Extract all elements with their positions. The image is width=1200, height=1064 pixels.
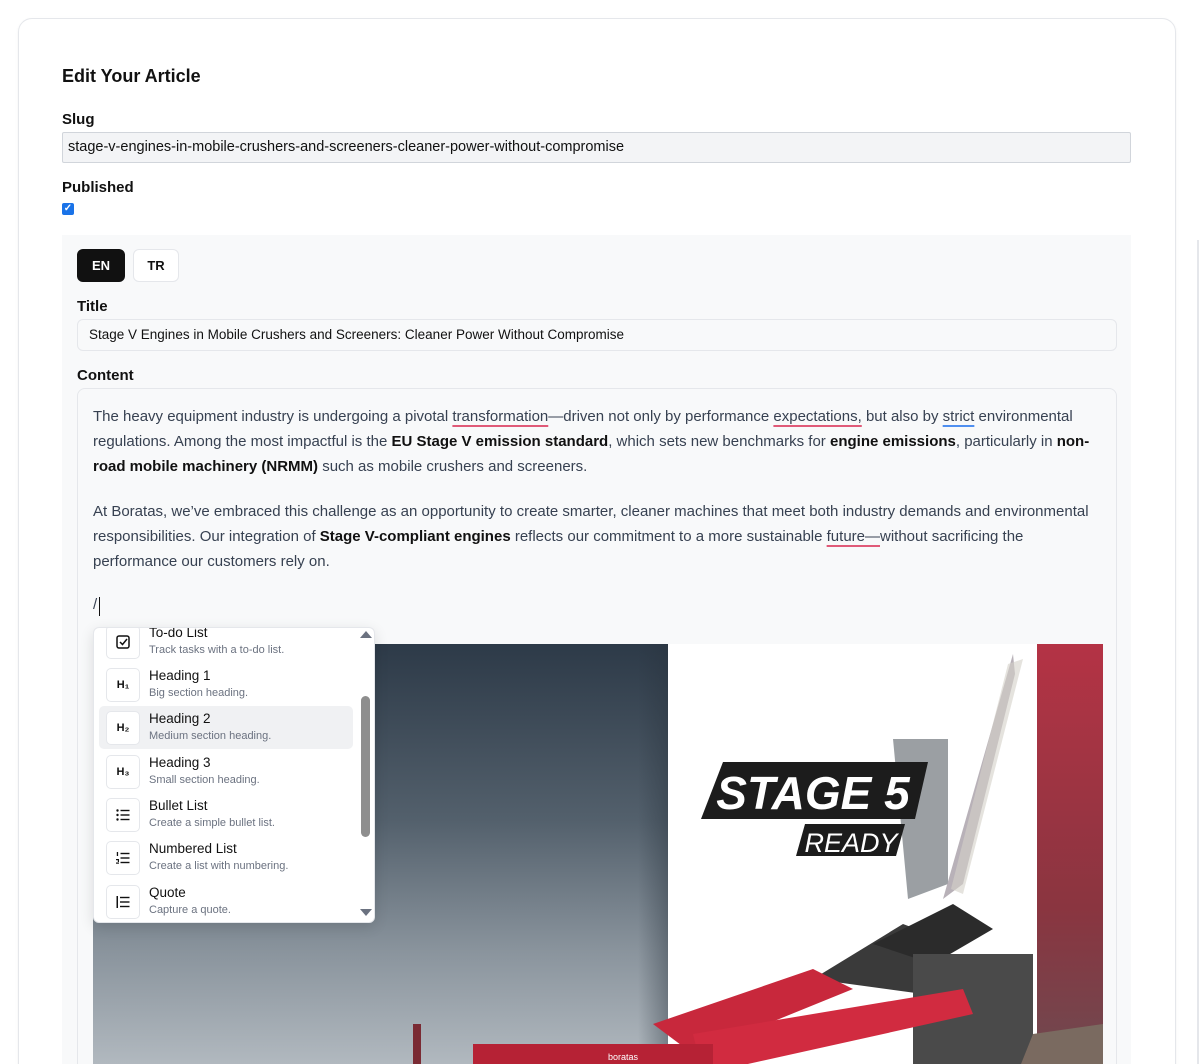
quote-icon (106, 885, 140, 919)
menu-item-label: Quote (149, 885, 186, 900)
menu-item-quote[interactable]: Quote Capture a quote. (99, 880, 353, 922)
menu-item-description: Big section heading. (149, 687, 249, 699)
spelling-error: future— (826, 528, 880, 545)
heading1-icon: H₁ (106, 668, 140, 702)
menu-item-label: Heading 3 (149, 755, 211, 770)
page-title: Edit Your Article (62, 66, 201, 86)
grammar-suggestion: strict (942, 408, 975, 425)
logo-line-1: STAGE 5 (716, 767, 911, 819)
scroll-down-arrow-icon[interactable] (360, 909, 372, 916)
bullet-list-icon (106, 798, 140, 832)
menu-scroll-thumb[interactable] (361, 696, 370, 837)
text-caret (99, 597, 100, 616)
machine-brand: boratas (608, 1052, 639, 1062)
logo-line-2: READY (804, 828, 899, 858)
content-label: Content (77, 367, 134, 384)
menu-item-description: Track tasks with a to-do list. (149, 644, 285, 656)
published-checkbox[interactable]: ✓ (62, 203, 74, 215)
menu-item-label: Numbered List (149, 841, 237, 856)
checkbox-icon (106, 628, 140, 659)
menu-item-label: Bullet List (149, 798, 208, 813)
menu-item-label: Heading 2 (149, 711, 211, 726)
menu-item-numbered-list[interactable]: Numbered List Create a list with numberi… (99, 836, 353, 879)
menu-item-description: Create a list with numbering. (149, 860, 289, 872)
published-label: Published (62, 179, 134, 196)
paragraph-2: At Boratas, we’ve embraced this challeng… (93, 503, 1089, 570)
heading2-icon: H₂ (106, 711, 140, 745)
heading3-icon: H₃ (106, 755, 140, 789)
menu-item-heading-1[interactable]: H₁ Heading 1 Big section heading. (99, 663, 353, 706)
slug-label: Slug (62, 111, 95, 128)
title-input[interactable]: Stage V Engines in Mobile Crushers and S… (77, 319, 1117, 351)
menu-item-label: To-do List (149, 627, 208, 640)
menu-item-label: Heading 1 (149, 668, 211, 683)
title-label: Title (77, 298, 108, 315)
menu-item-description: Capture a quote. (149, 904, 231, 916)
menu-item-heading-2[interactable]: H₂ Heading 2 Medium section heading. (99, 706, 353, 749)
scroll-up-arrow-icon[interactable] (360, 631, 372, 638)
slash-command-menu: To-do List Track tasks with a to-do list… (93, 627, 375, 923)
spelling-error: expectations, (773, 408, 862, 425)
paragraph-1: The heavy equipment industry is undergoi… (93, 408, 1090, 475)
menu-item-todo-list[interactable]: To-do List Track tasks with a to-do list… (99, 627, 353, 663)
tab-en[interactable]: EN (77, 249, 125, 282)
spelling-error: transformation (452, 408, 549, 425)
numbered-list-icon (106, 841, 140, 875)
scrollbar-edge (1197, 240, 1199, 1064)
menu-item-heading-3[interactable]: H₃ Heading 3 Small section heading. (99, 750, 353, 793)
menu-item-description: Create a simple bullet list. (149, 817, 275, 829)
menu-item-description: Small section heading. (149, 774, 260, 786)
menu-item-description: Medium section heading. (149, 730, 272, 742)
slug-input[interactable]: stage-v-engines-in-mobile-crushers-and-s… (62, 132, 1131, 163)
tab-tr[interactable]: TR (133, 249, 179, 282)
menu-item-bullet-list[interactable]: Bullet List Create a simple bullet list. (99, 793, 353, 836)
slash-command-input[interactable]: / (93, 596, 97, 613)
